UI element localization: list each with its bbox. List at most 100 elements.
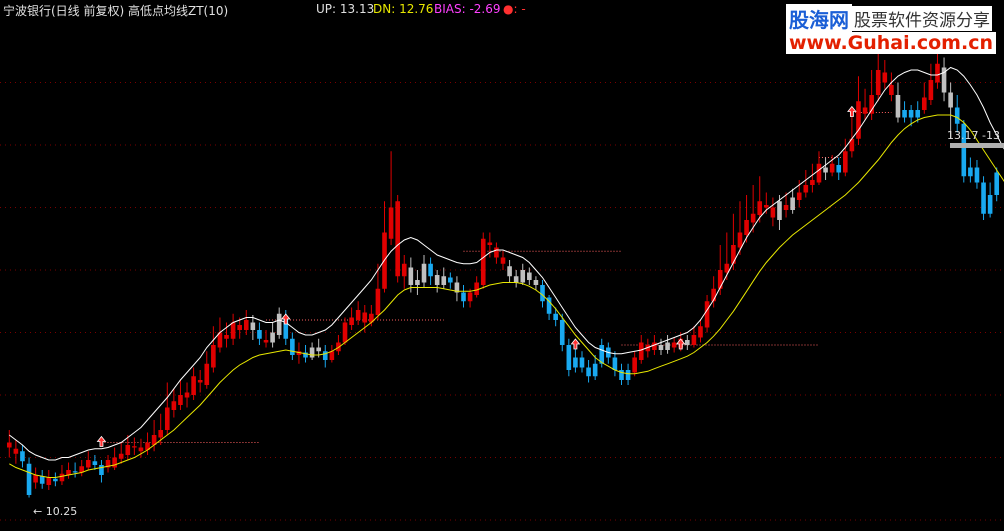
- candle-body: [158, 430, 163, 438]
- candle-body: [33, 475, 38, 483]
- candle-body: [375, 288, 381, 315]
- candle-body: [276, 313, 282, 335]
- candle-body: [230, 322, 236, 339]
- candle-body: [171, 401, 177, 410]
- watermark-tagline: 股票软件资源分享: [852, 6, 992, 31]
- candle-body: [954, 107, 960, 124]
- candle-body: [533, 280, 539, 285]
- candle-body: [92, 461, 98, 465]
- candle-body: [968, 167, 973, 177]
- candle-body: [915, 110, 921, 118]
- candle-body: [527, 272, 532, 280]
- candle-body: [862, 107, 868, 114]
- watermark-url: www.Guhai.com.cn: [786, 32, 996, 54]
- candle-body: [322, 351, 328, 360]
- buy-signal-arrow: [570, 338, 581, 350]
- bias-value: BIAS: -2.69: [434, 2, 501, 16]
- buy-signal-arrow: [96, 435, 107, 447]
- candle-body: [974, 167, 980, 183]
- candle-body: [224, 335, 229, 339]
- candle-body: [211, 345, 216, 368]
- candle-body: [494, 247, 499, 258]
- candle-body: [316, 347, 321, 352]
- dn-value: DN: 12.76: [373, 2, 434, 16]
- candle-body: [625, 370, 631, 380]
- candle-body: [415, 280, 420, 285]
- candle-body: [810, 180, 815, 185]
- candle-body: [421, 263, 427, 283]
- candle-body: [329, 351, 335, 360]
- candle-body: [632, 357, 637, 373]
- candle-body: [744, 220, 749, 235]
- candle-body: [935, 63, 940, 83]
- candle-body: [395, 201, 400, 277]
- candle-body: [981, 182, 986, 214]
- candle-body: [342, 322, 348, 343]
- candle-body: [895, 95, 901, 118]
- lower-line: [9, 114, 1004, 478]
- candle-body: [507, 266, 512, 277]
- candle-body: [474, 282, 479, 295]
- candle-body: [132, 446, 137, 448]
- candle-body: [401, 263, 407, 277]
- candle-body: [513, 276, 519, 283]
- candle-body: [994, 172, 1000, 195]
- candle-body: [487, 242, 493, 245]
- candle-body: [566, 345, 572, 370]
- candle-body: [783, 205, 789, 210]
- candle-body: [875, 70, 881, 95]
- buy-signal-arrow: [280, 313, 291, 325]
- price-labels: ← 10.25 13.17 -13: [33, 129, 1004, 518]
- candle-body: [796, 192, 802, 200]
- candle-body: [770, 207, 776, 218]
- candle-body: [441, 276, 447, 285]
- candle-body: [99, 465, 104, 475]
- candle-body: [658, 345, 664, 350]
- candle-body: [500, 257, 506, 264]
- candle-body: [204, 363, 210, 385]
- candle-body: [191, 376, 196, 395]
- candle-body: [685, 340, 690, 345]
- candle-body: [816, 163, 822, 183]
- candle-body: [540, 285, 545, 302]
- candle-body: [843, 151, 848, 173]
- candle-body: [39, 476, 45, 484]
- candle-body: [480, 238, 486, 285]
- upper-line: [8, 66, 1004, 461]
- candle-body: [112, 457, 117, 468]
- high-price-label: 13.17 -13: [947, 129, 1000, 142]
- candle-body: [20, 451, 25, 462]
- candle-body: [823, 167, 828, 173]
- lower-line-layer: [9, 114, 1004, 478]
- candle-body: [6, 442, 12, 448]
- candle-body: [263, 340, 269, 343]
- dot-value: ●: -: [503, 2, 526, 16]
- candle-body: [388, 207, 394, 239]
- low-price-label: ← 10.25: [33, 505, 77, 518]
- candle-body: [85, 460, 91, 468]
- candle-body: [665, 342, 670, 350]
- candle-body: [889, 85, 894, 95]
- candle-body: [882, 72, 888, 83]
- candle-body: [53, 478, 58, 482]
- candle-body: [737, 232, 743, 248]
- candle-body: [869, 95, 874, 114]
- candle-body: [559, 320, 565, 345]
- candlestick-chart[interactable]: ← 10.25 13.17 -13 宁波银行(日线 前复权) 高低点均线ZT(1…: [0, 0, 1004, 527]
- candle-body: [704, 301, 710, 328]
- candle-body: [362, 312, 368, 323]
- support-lines: [101, 112, 892, 443]
- candle-body: [309, 347, 315, 358]
- candle-body: [72, 471, 78, 473]
- candle-body: [750, 213, 756, 223]
- candle-body: [908, 110, 914, 118]
- candle-body: [856, 101, 861, 139]
- candle-body: [579, 357, 585, 368]
- candle-body: [553, 313, 558, 320]
- candle-body: [13, 448, 19, 454]
- candle-body: [573, 357, 578, 368]
- candle-body: [467, 292, 473, 302]
- candle-body: [257, 330, 262, 339]
- candle-body: [125, 445, 131, 455]
- candle-body: [731, 245, 736, 264]
